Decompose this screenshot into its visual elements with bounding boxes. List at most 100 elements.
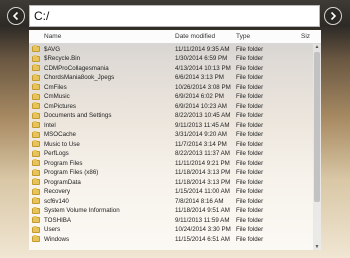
item-date: 6/9/2014 6:02 PM [175,93,224,100]
list-item[interactable]: CmPictures 6/9/2014 10:23 AM File folder [29,101,313,111]
folder-icon [32,45,40,52]
item-date: 6/6/2014 3:13 PM [175,74,224,81]
list-item[interactable]: PerfLogs 8/22/2013 11:37 AM File folder [29,149,313,159]
address-bar[interactable] [29,5,320,27]
file-list: $AVG 11/11/2014 9:35 AM File folder $Recyc… [29,44,313,244]
column-size[interactable]: Siz [301,33,310,40]
item-name: ProgramData [44,178,81,186]
item-type: File folder [236,83,264,91]
item-date: 7/8/2014 8:16 AM [175,197,224,205]
item-name: MSOCache [44,131,76,138]
item-name: CmFiles [44,83,67,91]
folder-icon [32,140,40,147]
item-date: 11/11/2014 9:21 PM [175,159,230,167]
item-name: CmPictures [44,102,76,110]
item-type: File folder [236,226,264,233]
item-name: Program Files (x86) [44,169,99,176]
item-type: File folder [236,159,264,167]
item-type: File folder [236,121,264,129]
list-item[interactable]: ChordsMania8ook_Jpegs 6/6/2014 3:13 PM Fil… [29,73,313,83]
list-item[interactable]: CmMusic 6/9/2014 6:02 PM File folder [29,92,313,102]
item-name: Users [44,226,61,233]
list-item[interactable]: Recovery 1/15/2014 11:00 AM File folder [29,187,313,197]
item-name: Windows [44,235,70,243]
item-date: 11/18/2014 3:13 PM [175,169,231,176]
item-name: System Volume Information [44,207,120,214]
item-type: File folder [236,74,264,81]
item-name: TOSHIBA [44,216,72,224]
list-item[interactable]: Users 10/24/2014 3:30 PM File folder [29,225,313,235]
item-type: File folder [236,207,264,214]
forward-button[interactable] [324,7,342,25]
scrollbar-thumb[interactable] [314,52,320,202]
item-date: 11/15/2014 6:51 AM [175,235,230,243]
item-name: Program Files [44,159,83,167]
list-item[interactable]: scf6v140 7/8/2014 8:16 AM File folder [29,196,313,206]
item-type: File folder [236,93,264,100]
folder-icon [32,83,40,90]
scroll-down-arrow-icon[interactable]: ▼ [314,244,320,250]
folder-icon [32,121,40,128]
item-type: File folder [236,102,264,110]
list-item[interactable]: $Recycle.Bin 1/30/2014 6:59 PM File folder [29,54,313,64]
item-type: File folder [236,45,264,53]
item-type: File folder [236,216,264,224]
column-date-modified[interactable]: Date modified [175,33,215,40]
chevron-left-icon [12,11,19,21]
list-item[interactable]: Intel 9/11/2013 11:45 AM File folder [29,120,313,130]
item-date: 8/22/2013 11:37 AM [175,150,230,157]
list-item[interactable]: MSOCache 3/31/2014 9:20 AM File folder [29,130,313,140]
column-name[interactable]: Name [44,33,61,40]
scroll-up-arrow-icon[interactable]: ▲ [314,44,320,50]
list-item[interactable]: Windows 11/15/2014 6:51 AM File folder [29,234,313,244]
item-type: File folder [236,140,264,148]
folder-icon [32,111,40,119]
folder-icon [32,225,40,233]
column-header: Name Date modified Type Siz [29,30,321,44]
item-date: 9/11/2013 11:59 AM [175,216,230,224]
folder-icon [32,206,40,214]
folder-icon [32,92,40,100]
folder-icon [32,197,40,204]
item-date: 9/11/2013 11:45 AM [175,121,230,129]
item-type: File folder [236,131,264,138]
list-item[interactable]: System Volume Information 11/18/2014 9:51… [29,206,313,216]
item-date: 4/13/2014 10:13 PM [175,64,231,72]
item-type: File folder [236,112,264,119]
toolbar [0,0,350,32]
list-item[interactable]: $AVG 11/11/2014 9:35 AM File folder [29,44,313,54]
list-item[interactable]: ProgramData 11/18/2014 3:13 PM File folder [29,177,313,187]
folder-icon [32,149,40,157]
chevron-right-icon [330,11,337,21]
list-item[interactable]: CmFiles 10/26/2014 3:08 PM File folder [29,82,313,92]
folder-icon [32,54,40,62]
list-item[interactable]: Program Files 11/11/2014 9:21 PM File fold… [29,158,313,168]
item-type: File folder [236,150,264,157]
list-item[interactable]: Documents and Settings 8/22/2013 10:45 AM… [29,111,313,121]
list-item[interactable]: CDMProCollagesmania 4/13/2014 10:13 PM Fil… [29,63,313,73]
item-type: File folder [236,169,264,176]
item-type: File folder [236,64,264,72]
back-button[interactable] [7,7,25,25]
list-item[interactable]: Program Files (x86) 11/18/2014 3:13 PM Fil… [29,168,313,178]
list-item[interactable]: TOSHIBA 9/11/2013 11:59 AM File folder [29,215,313,225]
folder-icon [32,235,40,242]
list-item[interactable]: Music to Use 11/7/2014 3:14 PM File folder [29,139,313,149]
file-list-pane: Name Date modified Type Siz $AVG 11/11/20… [29,30,321,250]
item-date: 11/11/2014 9:35 AM [175,45,230,53]
item-name: $Recycle.Bin [44,55,81,62]
vertical-scrollbar[interactable]: ▲ ▼ [313,44,321,250]
item-date: 11/7/2014 3:14 PM [175,140,227,148]
column-type[interactable]: Type [236,33,250,40]
folder-icon [32,130,40,138]
item-date: 3/31/2014 9:20 AM [175,131,227,138]
folder-icon [32,216,40,223]
item-type: File folder [236,178,264,186]
item-name: Intel [44,121,56,129]
item-name: Documents and Settings [44,112,112,119]
item-date: 10/24/2014 3:30 PM [175,226,231,233]
item-date: 11/18/2014 9:51 AM [175,207,230,214]
item-type: File folder [236,55,264,62]
item-name: Recovery [44,188,71,195]
item-name: CmMusic [44,93,70,100]
